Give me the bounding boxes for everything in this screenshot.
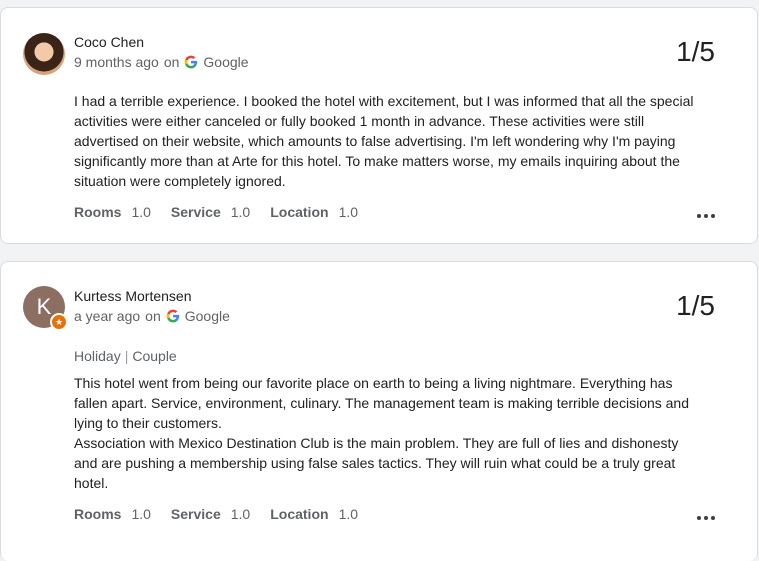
score-location: Location 1.0 [270,506,358,522]
user-letter-avatar[interactable]: K ★ [23,286,68,331]
review-scores: Rooms 1.0 Service 1.0 Location 1.0 [74,506,378,522]
tag-travel-group: Couple [132,348,177,364]
review-rating: 1/5 [676,290,715,321]
score-service: Service 1.0 [171,506,250,522]
score-label: Service [170,506,221,522]
score-label: Rooms [74,204,122,220]
score-value: 1.0 [338,204,359,220]
score-value: 1.0 [338,506,359,522]
review-meta: 9 months ago on Google [74,54,249,70]
review-source[interactable]: Google [185,308,230,324]
review-time: a year ago [74,308,141,324]
review-text: I had a terrible experience. I booked th… [74,91,699,191]
score-value: 1.0 [131,506,151,522]
local-guide-star-icon: ★ [50,313,68,331]
score-label: Location [270,204,329,220]
google-icon [166,309,179,323]
score-value: 1.0 [131,204,151,220]
avatar-letter: K [36,294,52,319]
score-label: Rooms [74,506,122,522]
on-label: on [145,308,161,324]
google-icon [185,55,198,69]
review-paragraph: This hotel went from being our favorite … [74,375,690,431]
review-text: This hotel went from being our favorite … [74,373,699,493]
score-location: Location 1.0 [270,204,358,220]
score-value: 1.0 [230,506,251,522]
review-time: 9 months ago [74,54,159,70]
reviewer-name[interactable]: Coco Chen [74,34,144,50]
reviewer-name[interactable]: Kurtess Mortensen [74,288,192,304]
review-paragraph: Association with Mexico Destination Club… [74,435,679,491]
score-service: Service 1.0 [171,204,250,220]
more-options-icon[interactable] [697,214,715,218]
tag-separator: | [124,348,129,364]
user-photo-avatar[interactable] [23,33,65,75]
score-rooms: Rooms 1.0 [74,204,151,220]
review-card: Coco Chen 9 months ago on Google 1/5 I h… [0,7,758,244]
review-scores: Rooms 1.0 Service 1.0 Location 1.0 [74,204,378,220]
trip-tags: Holiday | Couple [74,348,177,364]
tag-trip-type: Holiday [74,348,121,364]
review-paragraph: I had a terrible experience. I booked th… [74,93,694,189]
on-label: on [163,54,180,70]
score-label: Service [170,204,221,220]
review-card: K ★ Kurtess Mortensen a year ago on Goog… [0,261,758,561]
more-options-icon[interactable] [697,516,715,520]
review-rating: 1/5 [676,36,715,67]
review-meta: a year ago on Google [74,308,230,324]
score-label: Location [270,506,329,522]
review-source[interactable]: Google [203,54,248,70]
score-value: 1.0 [230,204,251,220]
score-rooms: Rooms 1.0 [74,506,151,522]
